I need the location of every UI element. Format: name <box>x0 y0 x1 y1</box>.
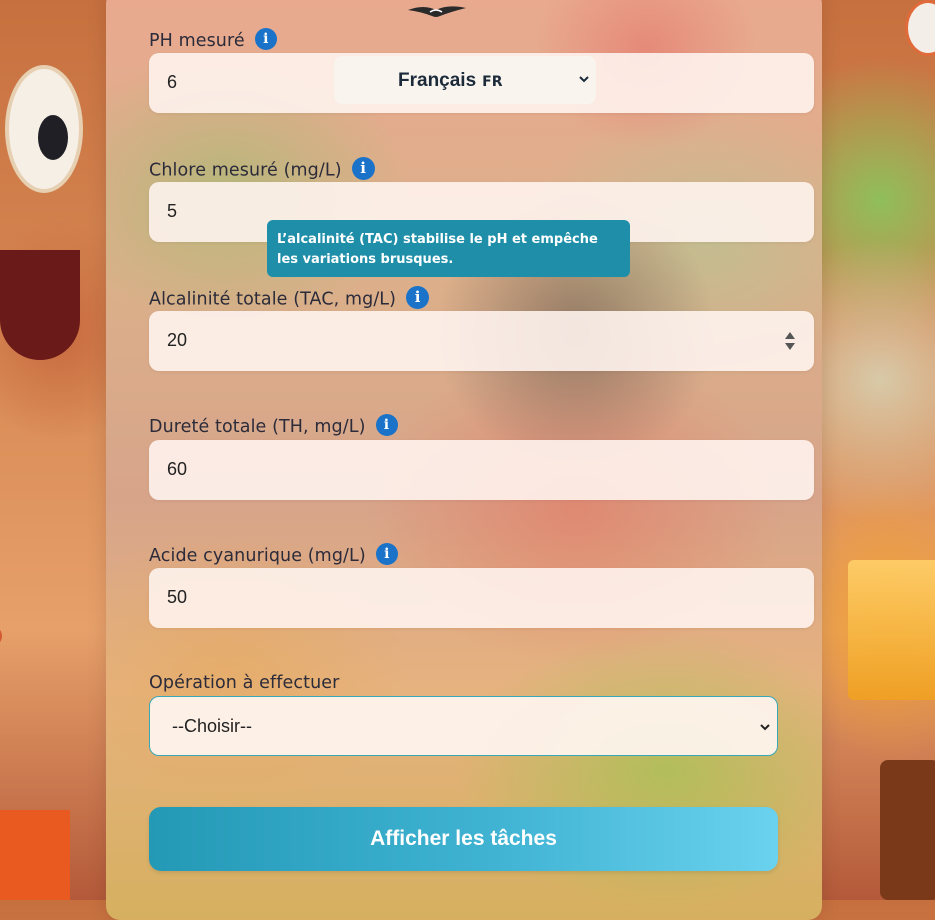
th-input-value: 60 <box>167 459 188 479</box>
chlore-label-text: Chlore mesuré (mg/L) <box>149 160 342 181</box>
number-stepper-icon[interactable] <box>784 329 796 353</box>
operation-label: Opération à effectuer <box>149 673 340 693</box>
info-icon[interactable]: i <box>406 286 430 309</box>
cya-label-text: Acide cyanurique (mg/L) <box>149 546 366 566</box>
language-select-value: Français FR <box>398 70 503 92</box>
show-tasks-button[interactable]: Afficher les tâches <box>149 807 778 871</box>
tac-label: Alcalinité totale (TAC, mg/L) i <box>149 286 430 311</box>
tac-tooltip: L’alcalinité (TAC) stabilise le pH et em… <box>267 220 630 277</box>
background-character-eye-right <box>905 0 935 56</box>
info-icon[interactable]: i <box>375 414 398 436</box>
character-pupil <box>38 115 68 160</box>
tac-input-value: 20 <box>167 330 188 350</box>
cya-input[interactable]: 50 <box>149 568 814 628</box>
chlore-label: Chlore mesuré (mg/L) i <box>149 157 375 182</box>
ph-label-text: PH mesuré <box>149 31 245 51</box>
th-input[interactable]: 60 <box>149 440 814 500</box>
info-icon[interactable]: i <box>375 543 398 565</box>
background-chair <box>880 760 935 900</box>
bird-logo-icon <box>408 6 466 17</box>
operation-select[interactable]: --Choisir-- <box>149 696 778 756</box>
th-label: Dureté totale (TH, mg/L) i <box>149 414 398 438</box>
tac-input[interactable]: 20 <box>149 311 814 371</box>
language-label: Français <box>398 70 477 91</box>
background-character <box>0 0 110 900</box>
info-icon[interactable]: i <box>351 157 375 180</box>
chlore-input-value: 5 <box>167 201 178 221</box>
cya-input-value: 50 <box>167 587 188 607</box>
language-select[interactable]: Français FR <box>334 56 596 104</box>
ph-label: PH mesuré i <box>149 28 277 52</box>
character-freckle <box>0 625 2 647</box>
character-shirt <box>0 810 70 900</box>
character-mouth <box>0 250 80 360</box>
cya-label: Acide cyanurique (mg/L) i <box>149 543 398 567</box>
operation-select-value: --Choisir-- <box>172 716 252 736</box>
th-label-text: Dureté totale (TH, mg/L) <box>149 417 366 437</box>
language-code: FR <box>482 74 503 90</box>
background-juice-glass <box>848 560 935 700</box>
ph-input-value: 6 <box>167 72 178 92</box>
info-icon[interactable]: i <box>254 28 277 50</box>
chevron-down-icon <box>579 76 589 83</box>
tac-label-text: Alcalinité totale (TAC, mg/L) <box>149 289 397 310</box>
chevron-down-icon <box>760 724 770 731</box>
